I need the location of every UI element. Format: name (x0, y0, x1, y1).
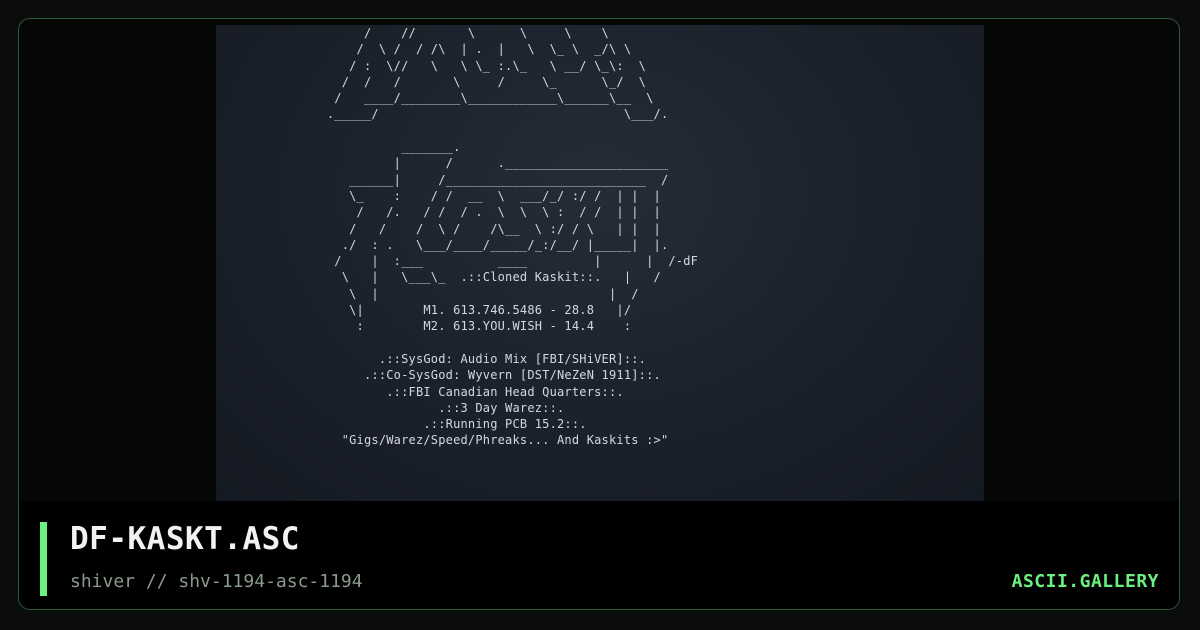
ascii-art-frame: / // \ \ \ \ / \ / / /\ | . | \ \_ \ _/\… (216, 25, 984, 501)
file-title: DF-KASKT.ASC (70, 521, 300, 557)
file-subtitle: shiver // shv-1194-asc-1194 (70, 571, 363, 592)
brand-label: ASCII.GALLERY (1011, 571, 1159, 592)
info-bar: DF-KASKT.ASC shiver // shv-1194-asc-1194… (19, 501, 1179, 609)
ascii-art-text: / // \ \ \ \ / \ / / /\ | . | \ \_ \ _/\… (326, 26, 699, 448)
accent-bar (40, 522, 47, 596)
preview-card: / // \ \ \ \ / \ / / /\ | . | \ \_ \ _/\… (18, 18, 1180, 610)
